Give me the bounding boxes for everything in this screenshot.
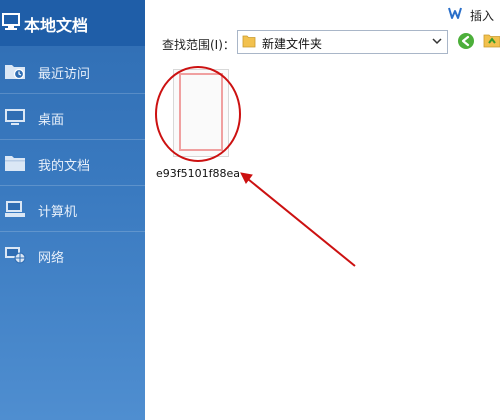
sidebar-item-label: 我的文档 — [38, 159, 91, 174]
sidebar-item-recent[interactable]: 最近访问 — [0, 48, 145, 94]
sidebar-title: 本地文档 — [24, 16, 89, 35]
sidebar-item-label: 计算机 — [38, 205, 78, 220]
recent-folder-icon — [5, 65, 25, 80]
sidebar-item-desktop[interactable]: 桌面 — [0, 94, 145, 140]
pointer-arrow-shaft — [242, 174, 356, 267]
sidebar-item-network[interactable]: 网络 — [0, 232, 145, 278]
sidebar-item-label: 桌面 — [38, 113, 65, 128]
desktop-icon — [5, 109, 25, 125]
sidebar-item-label: 网络 — [38, 251, 65, 266]
monitor-icon — [2, 13, 20, 30]
computer-icon — [5, 201, 25, 217]
sidebar-item-computer[interactable]: 计算机 — [0, 186, 145, 232]
file-thumbnail[interactable] — [173, 69, 229, 157]
file-preview — [179, 73, 223, 151]
sidebar-item-label: 最近访问 — [38, 67, 91, 82]
folder-icon — [242, 35, 256, 48]
back-arrow-icon[interactable] — [457, 32, 475, 50]
chevron-down-icon[interactable] — [431, 34, 443, 48]
file-name[interactable]: e93f5101f88ea — [156, 167, 240, 180]
sidebar-header: 本地文档 — [0, 0, 145, 46]
up-folder-icon[interactable] — [483, 31, 500, 49]
look-in-value: 新建文件夹 — [262, 37, 323, 51]
sidebar: 本地文档 最近访问 桌面 我的文档 计算机 网络 — [0, 0, 145, 420]
wps-logo-icon — [448, 7, 462, 19]
sidebar-item-documents[interactable]: 我的文档 — [0, 140, 145, 186]
look-in-label: 查找范围(I)： — [162, 38, 235, 52]
insert-menu-label[interactable]: 插入 — [470, 7, 494, 24]
look-in-select[interactable]: 新建文件夹 — [237, 30, 448, 54]
pointer-arrow-head — [240, 172, 253, 184]
folder-icon — [5, 156, 25, 171]
network-icon — [5, 247, 26, 264]
